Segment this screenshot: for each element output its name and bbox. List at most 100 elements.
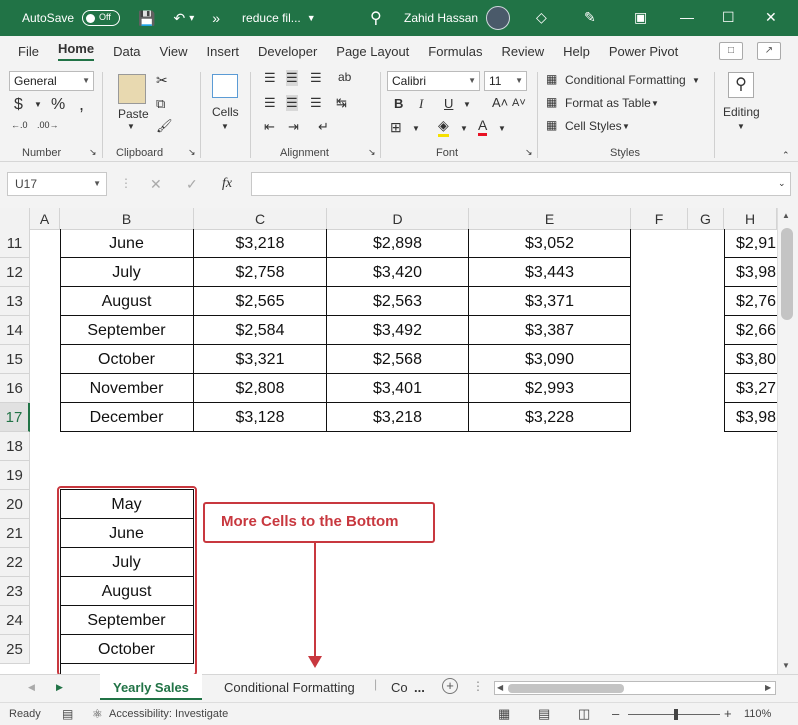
table-cell[interactable]: $3,321 bbox=[194, 345, 327, 374]
chevron-down-icon[interactable]: ▼ bbox=[127, 122, 135, 131]
table-cell[interactable]: $2,898 bbox=[327, 229, 469, 258]
minimize-icon[interactable]: — bbox=[680, 9, 694, 25]
avatar[interactable] bbox=[486, 6, 510, 30]
tab-review[interactable]: Review bbox=[501, 44, 544, 59]
align-right-icon[interactable]: ☰ bbox=[310, 95, 322, 111]
conditional-formatting-icon[interactable]: ▦ bbox=[546, 72, 557, 86]
chevron-down-icon[interactable]: ▼ bbox=[460, 124, 468, 133]
table-cell[interactable]: $3,218 bbox=[194, 229, 327, 258]
tab-formulas[interactable]: Formulas bbox=[428, 44, 482, 59]
dialog-launcher-icon[interactable]: ↘ bbox=[525, 147, 533, 158]
add-sheet-icon[interactable]: + bbox=[442, 678, 458, 694]
number-format-select[interactable]: General ▼ bbox=[9, 71, 94, 91]
decrease-indent-icon[interactable]: ⇤ bbox=[264, 119, 275, 135]
table-cell[interactable]: $3,128 bbox=[194, 403, 327, 432]
bottom-align-icon[interactable]: ☰ bbox=[310, 70, 322, 86]
save-icon[interactable]: 💾 bbox=[138, 10, 155, 27]
table-cell[interactable]: October bbox=[60, 345, 194, 374]
cell-styles-icon[interactable]: ▦ bbox=[546, 118, 557, 132]
row-header[interactable]: 24 bbox=[0, 606, 30, 635]
dialog-launcher-icon[interactable]: ↘ bbox=[368, 147, 376, 158]
tab-split-handle-icon[interactable]: ⋮ bbox=[472, 679, 484, 693]
name-box[interactable]: U17 ▼ bbox=[7, 172, 107, 196]
paste-icon[interactable] bbox=[118, 74, 146, 104]
expand-formula-bar-icon[interactable]: ⌄ bbox=[778, 178, 786, 189]
scroll-down-icon[interactable]: ▼ bbox=[782, 661, 790, 670]
editing-button[interactable]: Editing bbox=[723, 105, 760, 119]
tab-home[interactable]: Home bbox=[57, 41, 95, 61]
chevron-down-icon[interactable]: ▼ bbox=[412, 124, 420, 133]
row-header[interactable]: 16 bbox=[0, 374, 30, 403]
more-commands-icon[interactable]: » bbox=[212, 10, 220, 26]
next-sheet-icon[interactable]: ▶ bbox=[56, 682, 63, 693]
paste-label[interactable]: Paste bbox=[118, 107, 149, 121]
table-cell[interactable]: $2,563 bbox=[327, 287, 469, 316]
font-size-select[interactable]: 11 ▼ bbox=[484, 71, 527, 91]
scrollbar-thumb[interactable] bbox=[508, 684, 624, 693]
table-cell[interactable]: $2,565 bbox=[194, 287, 327, 316]
table-cell[interactable]: $2,76 bbox=[724, 287, 777, 316]
autosave-toggle[interactable]: Off bbox=[82, 10, 121, 26]
chevron-down-icon[interactable]: ▼ bbox=[737, 122, 745, 131]
scroll-right-icon[interactable]: ▶ bbox=[765, 683, 771, 692]
wrap-text-icon[interactable]: ↵ bbox=[318, 119, 329, 135]
table-cell[interactable]: $2,758 bbox=[194, 258, 327, 287]
row-header[interactable]: 25 bbox=[0, 635, 30, 664]
increase-font-icon[interactable]: A˄ bbox=[492, 95, 508, 110]
format-as-table-icon[interactable]: ▦ bbox=[546, 95, 557, 109]
column-header-b[interactable]: B bbox=[60, 208, 194, 230]
column-header-c[interactable]: C bbox=[194, 208, 327, 230]
drag-handle-icon[interactable]: ⋮ bbox=[120, 176, 132, 190]
chevron-down-icon[interactable]: ▼ bbox=[34, 100, 42, 109]
table-cell[interactable]: $2,584 bbox=[194, 316, 327, 345]
font-name-select[interactable]: Calibri ▼ bbox=[387, 71, 480, 91]
align-center-icon[interactable]: ☰ bbox=[286, 95, 298, 111]
column-header-a[interactable]: A bbox=[30, 208, 60, 230]
document-name[interactable]: reduce fil... bbox=[242, 11, 301, 25]
table-cell[interactable]: $3,228 bbox=[469, 403, 631, 432]
column-header-e[interactable]: E bbox=[469, 208, 631, 230]
share-icon[interactable]: ↗ bbox=[757, 42, 781, 60]
cells-icon[interactable] bbox=[212, 74, 238, 98]
table-cell[interactable]: $3,80 bbox=[724, 345, 777, 374]
tab-help[interactable]: Help bbox=[563, 44, 590, 59]
accessibility-icon[interactable]: ⚛ bbox=[92, 703, 103, 725]
increase-indent-icon[interactable]: ⇥ bbox=[288, 119, 299, 135]
zoom-slider-thumb[interactable] bbox=[674, 709, 678, 720]
tab-page-layout[interactable]: Page Layout bbox=[336, 44, 409, 59]
table-cell[interactable]: June bbox=[60, 229, 194, 258]
tab-power-pivot[interactable]: Power Pivot bbox=[609, 44, 678, 59]
dialog-launcher-icon[interactable]: ↘ bbox=[89, 147, 97, 158]
italic-button[interactable]: I bbox=[419, 96, 423, 112]
row-header[interactable]: 14 bbox=[0, 316, 30, 345]
format-as-table-button[interactable]: Format as Table bbox=[565, 96, 651, 110]
row-header[interactable]: 20 bbox=[0, 490, 30, 519]
chevron-down-icon[interactable]: ▼ bbox=[651, 99, 659, 108]
cell-styles-button[interactable]: Cell Styles bbox=[565, 119, 622, 133]
cut-icon[interactable]: ✂ bbox=[156, 72, 168, 89]
table-cell[interactable]: $3,090 bbox=[469, 345, 631, 374]
sheet-tab-partial[interactable]: Co bbox=[391, 674, 408, 700]
row-header[interactable]: 22 bbox=[0, 548, 30, 577]
table-cell[interactable]: $3,218 bbox=[327, 403, 469, 432]
chevron-down-icon[interactable]: ▼ bbox=[498, 124, 506, 133]
orientation-icon[interactable]: ab bbox=[338, 70, 351, 84]
table-cell[interactable]: $3,401 bbox=[327, 374, 469, 403]
page-break-view-icon[interactable]: ◫ bbox=[578, 703, 590, 725]
merge-center-icon[interactable]: ↹ bbox=[336, 95, 347, 111]
column-header-d[interactable]: D bbox=[327, 208, 469, 230]
row-header[interactable]: 11 bbox=[0, 229, 30, 258]
accessibility-status[interactable]: Accessibility: Investigate bbox=[109, 703, 228, 725]
scrollbar-thumb[interactable] bbox=[781, 228, 793, 320]
borders-icon[interactable]: ⊞ bbox=[390, 119, 402, 136]
cells-label[interactable]: Cells bbox=[212, 105, 239, 119]
table-cell[interactable]: $3,371 bbox=[469, 287, 631, 316]
enter-icon[interactable]: ✓ bbox=[186, 176, 198, 193]
table-cell[interactable]: $2,808 bbox=[194, 374, 327, 403]
table-cell[interactable]: $3,98 bbox=[724, 258, 777, 287]
zoom-level[interactable]: 110% bbox=[744, 703, 771, 725]
dialog-launcher-icon[interactable]: ↘ bbox=[188, 147, 196, 158]
row-header[interactable]: 18 bbox=[0, 432, 30, 461]
tab-file[interactable]: File bbox=[18, 44, 39, 59]
table-cell[interactable]: $3,443 bbox=[469, 258, 631, 287]
